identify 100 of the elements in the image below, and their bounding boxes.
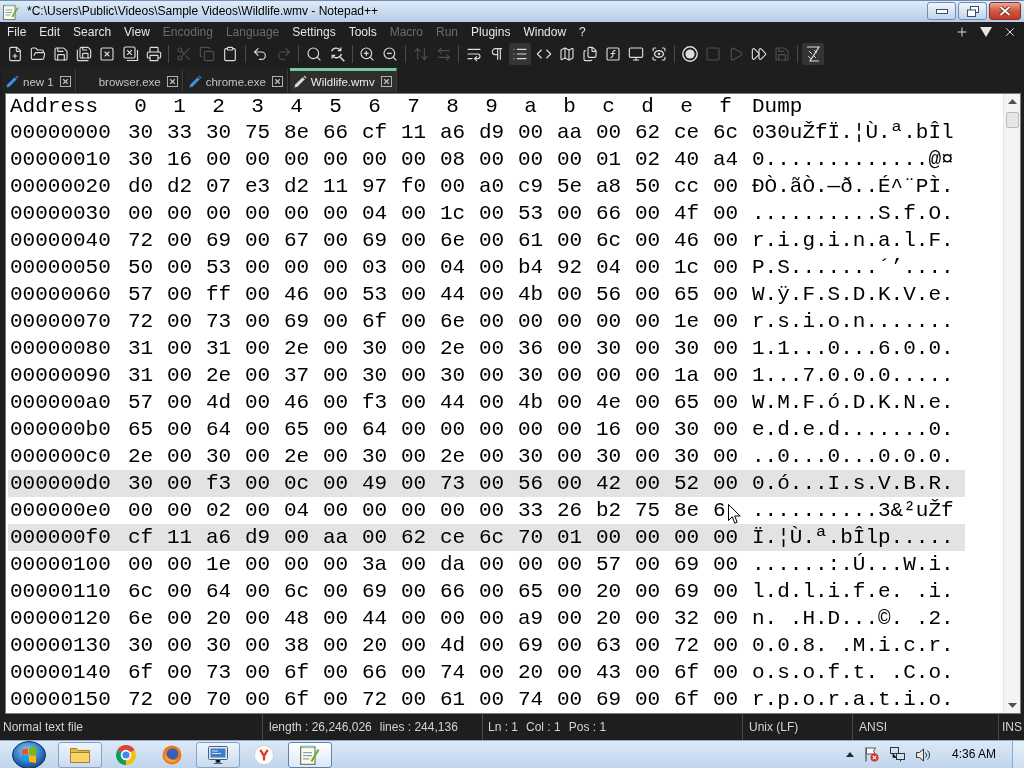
dump-text: 0.............@¤	[752, 149, 954, 170]
close-icon[interactable]	[380, 76, 392, 87]
plus-icon[interactable]	[955, 25, 969, 39]
hex-byte: 08	[440, 149, 466, 170]
hex-byte: 00	[713, 311, 739, 332]
undo-icon[interactable]	[252, 46, 269, 62]
scan-eye-icon[interactable]	[651, 46, 668, 62]
printer-icon[interactable]	[145, 46, 162, 62]
record-icon[interactable]	[681, 46, 698, 62]
pattern-tile-icon[interactable]	[801, 43, 824, 65]
dump-text: ......:.Ú...W.i.	[752, 554, 954, 575]
hex-byte: 6	[713, 500, 726, 521]
menu-item[interactable]: Window	[516, 24, 573, 40]
caret-down-icon[interactable]	[980, 27, 992, 37]
hex-byte: 30	[128, 122, 154, 143]
hex-byte: 00	[167, 284, 193, 305]
close-icon[interactable]	[166, 76, 178, 87]
hex-byte: 00	[713, 662, 739, 683]
scroll-down-icon[interactable]	[1007, 703, 1017, 708]
files-icon[interactable]	[581, 46, 598, 62]
menu-item[interactable]: Search	[66, 24, 118, 40]
minimize-button[interactable]	[927, 2, 956, 20]
hex-byte: 00	[440, 176, 466, 197]
close-icon[interactable]	[1003, 25, 1017, 39]
menu-item[interactable]: Edit	[32, 24, 67, 40]
wrap-text-icon[interactable]	[465, 46, 482, 62]
code-icon[interactable]	[535, 46, 552, 62]
hex-byte: 26	[557, 500, 583, 521]
menu-item[interactable]: ?	[572, 24, 593, 40]
encoding-text[interactable]: ANSI	[859, 719, 887, 735]
hex-byte: 00	[479, 311, 505, 332]
disc-logo-icon[interactable]	[162, 744, 182, 765]
hex-byte: 2e	[440, 338, 466, 359]
close-button[interactable]	[989, 2, 1021, 20]
save-icon[interactable]	[52, 46, 69, 62]
caret-up-icon[interactable]	[845, 752, 854, 757]
taskbar-button[interactable]	[288, 741, 332, 768]
clipboard-icon[interactable]	[222, 46, 239, 62]
monitor-icon	[208, 745, 228, 764]
hex-byte: 00	[401, 446, 427, 467]
hex-byte: 00	[674, 527, 700, 548]
folder-icon[interactable]	[29, 46, 46, 62]
taskbar-button[interactable]	[196, 741, 240, 768]
tab[interactable]: chrome.exe	[184, 68, 288, 92]
insert-mode-text[interactable]: INS	[1002, 719, 1022, 735]
search-icon[interactable]	[305, 46, 322, 62]
hex-byte: 30	[206, 122, 232, 143]
menu-item[interactable]: Plugins	[464, 24, 517, 40]
scrollbar[interactable]	[1003, 94, 1020, 713]
flag-icon[interactable]	[864, 747, 879, 762]
hex-byte: 00	[323, 365, 349, 386]
restore-button[interactable]	[958, 2, 987, 20]
network-icon[interactable]	[889, 747, 905, 762]
start-orb-icon[interactable]	[12, 740, 46, 768]
restore-icon	[966, 5, 979, 17]
monitor-icon[interactable]	[628, 46, 645, 62]
close-icon[interactable]	[59, 76, 71, 87]
clock-text[interactable]: 4:36 AM	[951, 747, 996, 762]
hex-byte: 00	[635, 338, 661, 359]
tab[interactable]: browser.exe	[77, 68, 183, 92]
tab[interactable]: new 1	[2, 68, 76, 92]
hex-byte: c9	[518, 176, 544, 197]
hex-byte: 69	[596, 689, 622, 710]
save-all-icon[interactable]	[76, 46, 93, 62]
zoom-out-icon[interactable]	[382, 46, 399, 62]
zoom-in-icon[interactable]	[359, 46, 376, 62]
tab[interactable]: Wildlife.wmv	[289, 68, 397, 92]
hex-byte: 00	[323, 284, 349, 305]
function-icon[interactable]	[605, 46, 622, 62]
menu-item[interactable]: Tools	[342, 24, 384, 40]
speaker-icon[interactable]	[915, 747, 931, 762]
segmented-circle-icon[interactable]	[116, 744, 136, 765]
close-icon[interactable]	[99, 46, 116, 62]
hex-byte: 00	[557, 284, 583, 305]
line-ending-text[interactable]: Unix (LF)	[749, 719, 799, 735]
menu-item[interactable]: View	[117, 24, 157, 40]
scroll-up-icon[interactable]	[1007, 99, 1017, 104]
hex-byte: 00	[557, 311, 583, 332]
window-title: *C:\Users\Public\Videos\Sample Videos\Wildlife.wmv - Notepad++	[27, 4, 379, 18]
y-logo-icon[interactable]	[254, 744, 274, 765]
menu-item[interactable]: File	[0, 24, 33, 40]
address-text: 00000120	[10, 608, 111, 629]
hex-byte: 00	[167, 500, 193, 521]
close-all-icon[interactable]	[122, 46, 139, 62]
close-icon[interactable]	[271, 76, 283, 87]
menu-item[interactable]: Settings	[285, 24, 343, 40]
hex-byte: 30	[674, 446, 700, 467]
hex-byte: 00	[479, 581, 505, 602]
hex-byte: 1e	[674, 311, 700, 332]
map-icon[interactable]	[558, 46, 575, 62]
fast-forward-icon[interactable]	[751, 46, 768, 62]
taskbar-button[interactable]	[58, 741, 102, 768]
replace-icon[interactable]	[329, 46, 346, 62]
hex-byte: 00	[284, 203, 310, 224]
list-icon[interactable]	[509, 43, 532, 65]
hex-byte: 00	[245, 581, 271, 602]
hex-byte: 30	[362, 446, 388, 467]
hex-byte: 1c	[440, 203, 466, 224]
new-file-icon[interactable]	[6, 46, 23, 62]
scroll-thumb[interactable]	[1005, 112, 1019, 128]
